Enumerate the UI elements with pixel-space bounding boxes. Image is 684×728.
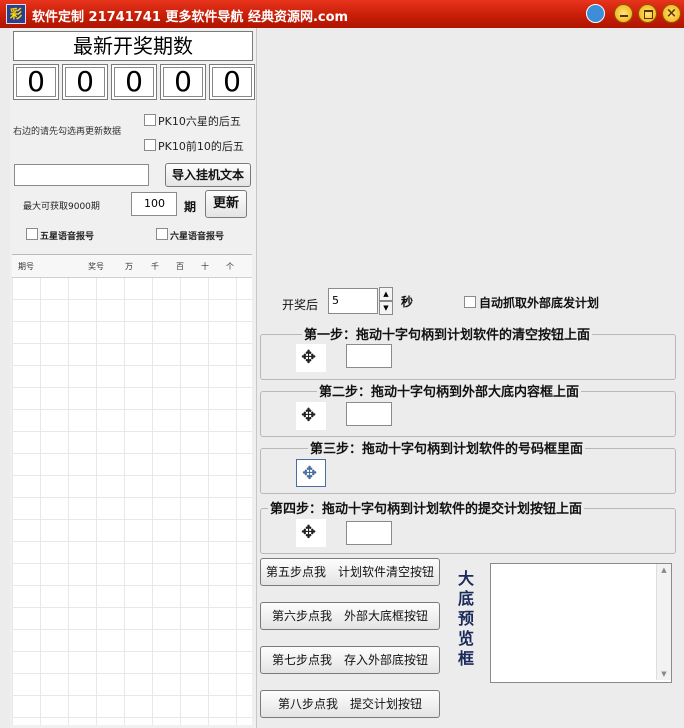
- step8-submit-plan-button[interactable]: 第八步点我 提交计划按钮: [260, 690, 440, 718]
- digit-box: 0: [209, 64, 255, 100]
- step1-crosshair[interactable]: ✥: [296, 344, 326, 372]
- six-star-voice-label: 六星语音报号: [170, 232, 225, 242]
- minimize-button[interactable]: [614, 4, 633, 23]
- maximize-button[interactable]: [638, 4, 657, 23]
- digit-box: 0: [111, 64, 157, 100]
- column-header: 期号: [18, 262, 34, 271]
- table-header: 期号 奖号 万 千 百 十 个: [12, 255, 252, 278]
- period-count-input[interactable]: 100: [131, 192, 177, 216]
- pk10-top10-label: PK10前10的后五: [158, 140, 244, 153]
- left-panel: 最新开奖期数 0 0 0 0 0 右边的请先勾选再更新数据 PK10六星的后五 …: [10, 28, 257, 728]
- scroll-up-icon[interactable]: ▲: [657, 566, 671, 574]
- preview-scrollbar[interactable]: ▲ ▼: [656, 564, 671, 680]
- import-button[interactable]: 导入挂机文本: [165, 163, 251, 187]
- window-title: 软件定制 21741741 更多软件导航 经典资源网.com: [32, 10, 349, 25]
- step4-crosshair[interactable]: ✥: [296, 519, 326, 547]
- five-star-voice-label: 五星语音报号: [40, 232, 95, 242]
- auto-capture-label: 自动抓取外部底发计划: [479, 296, 600, 310]
- max-fetch-label: 最大可获取9000期: [23, 202, 100, 212]
- step3-crosshair[interactable]: ✥: [296, 459, 326, 487]
- title-bar: 彩 软件定制 21741741 更多软件导航 经典资源网.com ×: [0, 0, 684, 28]
- maximize-icon: [644, 10, 653, 19]
- digit-box: 0: [160, 64, 206, 100]
- hint-text: 右边的请先勾选再更新数据: [13, 127, 122, 137]
- close-icon: ×: [666, 6, 677, 21]
- scroll-down-icon[interactable]: ▼: [657, 670, 671, 678]
- history-table: 期号 奖号 万 千 百 十 个: [12, 254, 252, 725]
- column-header: 个: [226, 262, 234, 271]
- minimize-icon: [620, 15, 628, 17]
- step2-crosshair[interactable]: ✥: [296, 402, 326, 430]
- update-button[interactable]: 更新: [205, 190, 247, 218]
- column-header: 百: [176, 262, 184, 271]
- column-header: 十: [201, 262, 209, 271]
- move-cross-icon: ✥: [301, 347, 317, 368]
- auto-capture-checkbox[interactable]: [464, 296, 476, 308]
- import-path-input[interactable]: [14, 164, 149, 186]
- step1-handle-field[interactable]: [346, 344, 392, 368]
- skin-button[interactable]: [586, 4, 605, 23]
- spin-up-icon[interactable]: ▲: [379, 287, 393, 301]
- digit-box: 0: [62, 64, 108, 100]
- preview-textarea[interactable]: ▲ ▼: [490, 563, 672, 683]
- spin-down-icon[interactable]: ▼: [379, 301, 393, 315]
- pk10-top10-checkbox[interactable]: [144, 139, 156, 151]
- seconds-spinner[interactable]: ▲ ▼: [379, 287, 393, 315]
- step5-clear-button[interactable]: 第五步点我 计划软件清空按钮: [260, 558, 440, 586]
- period-unit: 期: [184, 200, 197, 214]
- pk10-six-star-label: PK10六星的后五: [158, 115, 241, 128]
- move-cross-icon: ✥: [301, 522, 317, 543]
- step6-outer-box-button[interactable]: 第六步点我 外部大底框按钮: [260, 602, 440, 630]
- preview-label: 大 底 预 览 框: [457, 569, 474, 668]
- move-cross-icon: ✥: [301, 405, 317, 426]
- app-icon: 彩: [6, 4, 26, 24]
- close-button[interactable]: ×: [662, 4, 681, 23]
- six-star-voice-checkbox[interactable]: [156, 228, 168, 240]
- five-star-voice-checkbox[interactable]: [26, 228, 38, 240]
- step4-title: 第四步：拖动十字句柄到计划软件的提交计划按钮上面: [268, 498, 585, 517]
- column-header: 千: [151, 262, 159, 271]
- latest-issue-title: 最新开奖期数: [13, 31, 253, 61]
- step2-handle-field[interactable]: [346, 402, 392, 426]
- column-header: 万: [125, 262, 133, 271]
- column-header: 奖号: [88, 262, 104, 271]
- step7-save-outer-button[interactable]: 第七步点我 存入外部底按钮: [260, 646, 440, 674]
- seconds-unit: 秒: [401, 295, 414, 309]
- step2-title: 第二步：拖动十字句柄到外部大底内容框上面: [317, 381, 582, 400]
- step3-title: 第三步：拖动十字句柄到计划软件的号码框里面: [308, 438, 586, 457]
- step1-title: 第一步：拖动十字句柄到计划软件的清空按钮上面: [302, 324, 593, 343]
- pk10-six-star-checkbox[interactable]: [144, 114, 156, 126]
- after-draw-label: 开奖后: [282, 298, 319, 312]
- right-panel: 开奖后 5 ▲ ▼ 秒 自动抓取外部底发计划 第一步：拖动十字句柄到计划软件的清…: [258, 28, 684, 728]
- digit-box: 0: [13, 64, 59, 100]
- seconds-input[interactable]: 5: [328, 288, 378, 314]
- target-cross-icon: ✥: [302, 463, 318, 484]
- step4-handle-field[interactable]: [346, 521, 392, 545]
